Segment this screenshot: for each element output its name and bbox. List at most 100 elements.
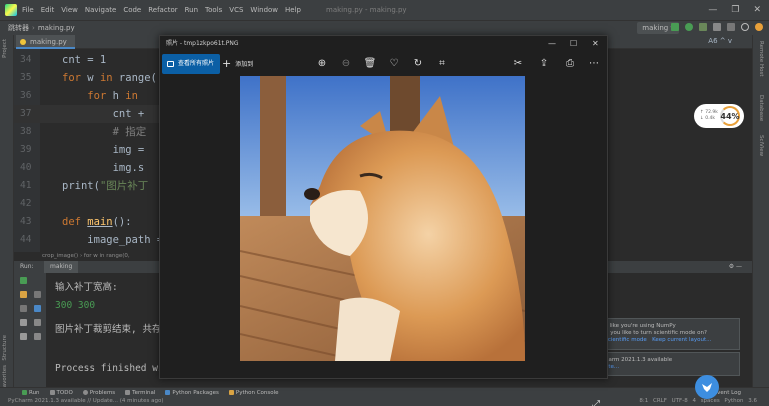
code-line[interactable]: 40 img.s: [14, 159, 159, 177]
menu-edit[interactable]: Edit: [41, 6, 55, 14]
console-line: 图片补丁裁剪结束, 共存: [55, 324, 159, 335]
menu-navigate[interactable]: Navigate: [85, 6, 116, 14]
coverage-icon[interactable]: [699, 23, 707, 31]
menu-view[interactable]: View: [61, 6, 78, 14]
pin-tab-icon[interactable]: [20, 333, 27, 340]
editor-tab-label: making.py: [30, 38, 67, 46]
todo-icon: [49, 390, 55, 395]
more-options-icon[interactable]: ⋯: [586, 56, 602, 72]
menu-help[interactable]: Help: [285, 6, 301, 14]
run-icon[interactable]: [671, 23, 679, 31]
remote-host-tool-tab[interactable]: Remote Host: [758, 41, 764, 77]
code-line[interactable]: 42: [14, 195, 159, 213]
code-text: img.s: [62, 159, 145, 177]
stop-run-icon[interactable]: [20, 305, 27, 312]
code-token: in: [125, 90, 145, 102]
breadcrumb-file[interactable]: making.py: [38, 24, 75, 32]
menu-refactor[interactable]: Refactor: [148, 6, 177, 14]
expand-icon[interactable]: ⤢: [592, 399, 600, 406]
viewer-titlebar[interactable]: 照片 - tmp1zkpo61t.PNG — ☐ ✕: [160, 36, 607, 52]
window-title: making.py - making.py: [326, 6, 407, 14]
edit-image-icon[interactable]: ✂: [510, 56, 526, 72]
profile-icon[interactable]: [713, 23, 721, 31]
code-line[interactable]: 44 image_path =: [14, 231, 159, 249]
viewer-minimize-button[interactable]: —: [548, 36, 556, 52]
code-breadcrumb[interactable]: crop_image() › for w in range(0,: [14, 252, 159, 261]
share-icon[interactable]: ⇪: [536, 56, 552, 72]
tool-tab-todo[interactable]: TODO: [49, 388, 73, 397]
database-tool-tab[interactable]: Database: [758, 95, 764, 121]
viewer-close-button[interactable]: ✕: [592, 36, 599, 52]
tool-tab-python-console[interactable]: Python Console: [228, 388, 279, 397]
clear-console-icon[interactable]: [34, 333, 41, 340]
breadcrumb-project[interactable]: 跳转器: [8, 23, 29, 33]
code-editor-right-area[interactable]: [608, 49, 752, 261]
rerun-icon[interactable]: [20, 277, 27, 284]
viewer-maximize-button[interactable]: ☐: [570, 36, 577, 52]
photo-canvas[interactable]: ⤢: [160, 76, 607, 406]
restore-layout-icon[interactable]: [20, 319, 27, 326]
inspection-widget[interactable]: A6 ^ v: [708, 37, 732, 45]
navigation-bar: 跳转器 › making.py making ▾: [0, 20, 769, 35]
code-line[interactable]: 41 print("图片补丁: [14, 177, 159, 195]
code-line[interactable]: 43 def main():: [14, 213, 159, 231]
menu-window[interactable]: Window: [250, 6, 278, 14]
project-tool-tab[interactable]: Project: [2, 39, 8, 58]
code-line[interactable]: 34 cnt = 1: [14, 51, 159, 69]
zoom-out-icon[interactable]: ⊖: [338, 56, 354, 72]
add-to-button[interactable]: + 添加到: [222, 54, 253, 74]
code-token: main: [87, 216, 113, 228]
status-message[interactable]: PyCharm 2021.1.3 available // Update... …: [8, 397, 164, 406]
crop-icon[interactable]: ⌗: [434, 56, 450, 72]
close-button[interactable]: ✕: [753, 5, 761, 15]
menu-vcs[interactable]: VCS: [229, 6, 243, 14]
print-icon[interactable]: [34, 319, 41, 326]
status-indicators[interactable]: 8:1 CRLF UTF-8 4 spaces Python 3.6: [639, 397, 757, 406]
scientific-mode-link[interactable]: scientific mode: [605, 337, 647, 343]
sciview-tool-tab[interactable]: SciView: [758, 135, 764, 156]
tool-tab-problems-label: Problems: [89, 389, 116, 396]
update-link[interactable]: ate...: [605, 364, 739, 371]
code-line[interactable]: 36 for h in: [14, 87, 159, 105]
keep-layout-link[interactable]: Keep current layout...: [652, 337, 711, 343]
rotate-icon[interactable]: ↻: [410, 56, 426, 72]
tool-tab-python-packages[interactable]: Python Packages: [165, 388, 219, 397]
modify-run-icon[interactable]: [20, 291, 27, 298]
see-all-photos-button[interactable]: 查看所有照片: [162, 54, 221, 74]
structure-tool-tab[interactable]: Structure: [2, 335, 8, 361]
maximize-button[interactable]: ❐: [731, 5, 739, 15]
menu-tools[interactable]: Tools: [205, 6, 222, 14]
run-console-output[interactable]: 输入补丁宽高: 300 300 图片补丁裁剪结束, 共存 Process finish…: [46, 273, 159, 387]
numpy-notification[interactable]: s like you're using NumPy d you like to …: [596, 318, 740, 350]
menu-run[interactable]: Run: [185, 6, 198, 14]
code-line[interactable]: 39 img =: [14, 141, 159, 159]
tool-tab-run[interactable]: Run: [22, 388, 40, 397]
update-icon[interactable]: [755, 23, 763, 31]
code-line[interactable]: 38 # 指定: [14, 123, 159, 141]
line-number: 36: [20, 90, 32, 101]
tool-tab-terminal[interactable]: Terminal: [125, 388, 155, 397]
code-line[interactable]: 35 for w in range(: [14, 69, 159, 87]
editor-tab-making-py[interactable]: making.py: [16, 35, 75, 49]
run-panel-settings[interactable]: ⚙ —: [729, 261, 742, 273]
search-icon[interactable]: [741, 23, 749, 31]
stop-icon[interactable]: [727, 23, 735, 31]
code-editor[interactable]: 34 cnt = 1 35 for w in range(36 for h in 37…: [14, 49, 159, 252]
print-icon[interactable]: ⎙: [562, 56, 578, 72]
update-notification[interactable]: harm 2021.1.3 available ate...: [596, 352, 740, 376]
soft-wrap-icon[interactable]: [34, 305, 41, 312]
menu-code[interactable]: Code: [123, 6, 141, 14]
run-tab-making[interactable]: making: [44, 261, 79, 273]
scroll-to-end-icon[interactable]: [34, 291, 41, 298]
tool-tab-problems[interactable]: Problems: [82, 388, 116, 397]
zoom-in-icon[interactable]: ⊕: [314, 56, 330, 72]
bird-logo-icon[interactable]: [695, 375, 719, 399]
code-line[interactable]: 37 cnt +: [14, 105, 159, 123]
menu-file[interactable]: File: [22, 6, 34, 14]
minimize-button[interactable]: —: [708, 5, 717, 15]
favorite-icon[interactable]: ♡: [386, 56, 402, 72]
debug-icon[interactable]: [685, 23, 693, 31]
run-panel-toolbar: [14, 273, 46, 387]
delete-icon[interactable]: 🗑: [362, 56, 378, 72]
